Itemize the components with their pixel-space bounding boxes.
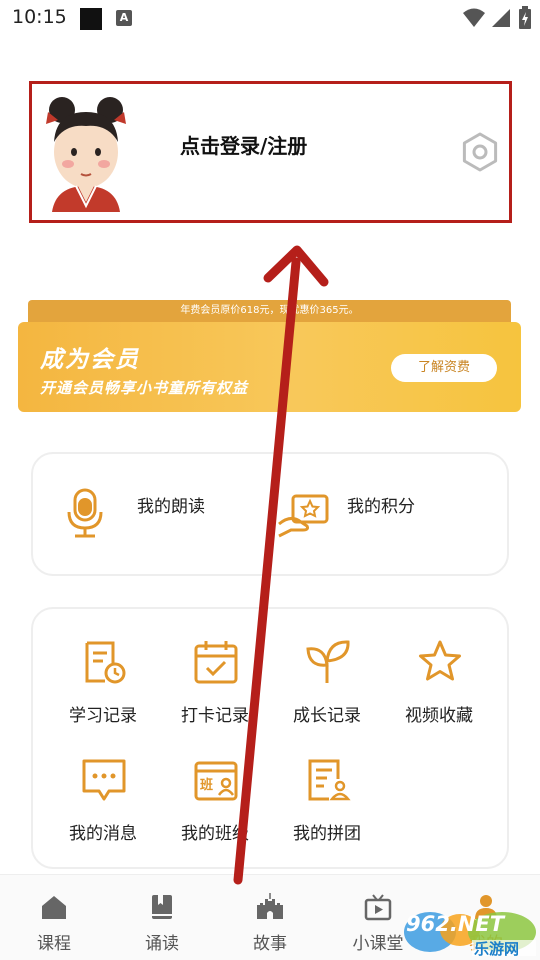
my-messages-label: 我的消息: [69, 824, 137, 844]
grid-item-growth-record[interactable]: 成长记录: [271, 609, 383, 726]
battery-icon: [519, 6, 531, 29]
signal-icon: [492, 9, 510, 27]
group-buy-icon: [308, 759, 351, 801]
my-points-label: 我的积分: [347, 497, 415, 517]
message-icon: [82, 759, 126, 801]
profile-page: 10:15 A 点击登录/注册 年费会员原价618元，现优惠价365元。 成为会…: [0, 0, 540, 960]
svg-text:班: 班: [200, 777, 213, 793]
vip-price-note: 年费会员原价618元，现优惠价365元。: [28, 300, 511, 324]
avatar-icon: [46, 97, 126, 212]
vip-pricing-button[interactable]: 了解资费: [391, 354, 497, 382]
video-favorites-label: 视频收藏: [405, 706, 473, 726]
vip-title: 成为会员: [40, 347, 140, 373]
my-reading-label: 我的朗读: [137, 497, 205, 517]
microphone-icon: [67, 488, 103, 538]
checkin-calendar-icon: [194, 641, 238, 684]
star-icon: [419, 640, 461, 681]
status-bar: 10:15 A: [0, 0, 540, 36]
login-profile-card[interactable]: 点击登录/注册: [29, 81, 512, 223]
settings-icon[interactable]: [460, 132, 500, 172]
watermark-name: 乐游网: [474, 940, 520, 958]
grid-item-group-buy[interactable]: 我的拼团: [271, 727, 383, 844]
nav-tab-stories[interactable]: 故事: [216, 875, 324, 960]
nav-label-courses: 课程: [37, 934, 71, 954]
my-points-link[interactable]: 我的积分: [273, 484, 493, 544]
notification-a-icon: A: [116, 10, 132, 26]
growth-record-label: 成长记录: [293, 706, 361, 726]
grid-item-my-messages[interactable]: 我的消息: [47, 727, 159, 844]
grid-item-checkin-record[interactable]: 打卡记录: [159, 609, 271, 726]
nav-tab-recite[interactable]: 诵读: [108, 875, 216, 960]
grid-item-study-record[interactable]: 学习记录: [47, 609, 159, 726]
watermark-brand: 962.NET: [406, 912, 505, 936]
quick-links-card: 我的朗读 我的积分: [31, 452, 509, 576]
tv-icon: [364, 894, 392, 921]
my-class-label: 我的班级: [181, 824, 249, 844]
login-register-link[interactable]: 点击登录/注册: [180, 130, 307, 159]
checkin-record-label: 打卡记录: [181, 706, 249, 726]
wifi-icon: [463, 8, 485, 27]
my-reading-link[interactable]: 我的朗读: [63, 484, 263, 544]
vip-subtitle: 开通会员畅享小书童所有权益: [40, 379, 249, 397]
group-buy-label: 我的拼团: [293, 824, 361, 844]
book-icon: [152, 895, 172, 919]
castle-icon: [257, 893, 283, 919]
home-icon: [42, 896, 66, 919]
grid-item-video-favorites[interactable]: 视频收藏: [383, 609, 495, 726]
notification-square-icon: [80, 8, 102, 30]
class-icon: 班: [194, 761, 238, 801]
function-grid-card: 学习记录 打卡记录 成长记录 视频收藏 我的消息 班 我的班级 我的拼团: [31, 607, 509, 869]
vip-banner[interactable]: 成为会员 开通会员畅享小书童所有权益 了解资费: [18, 322, 521, 412]
nav-label-stories: 故事: [253, 934, 287, 954]
status-time: 10:15: [12, 6, 67, 28]
study-record-icon: [85, 641, 126, 684]
nav-tab-courses[interactable]: 课程: [0, 875, 108, 960]
grid-item-my-class[interactable]: 班 我的班级: [159, 727, 271, 844]
points-card-icon: [278, 494, 329, 538]
nav-label-recite: 诵读: [145, 934, 179, 954]
study-record-label: 学习记录: [69, 706, 137, 726]
sprout-icon: [306, 640, 350, 683]
site-watermark: 962.NET 乐游网: [402, 910, 536, 958]
